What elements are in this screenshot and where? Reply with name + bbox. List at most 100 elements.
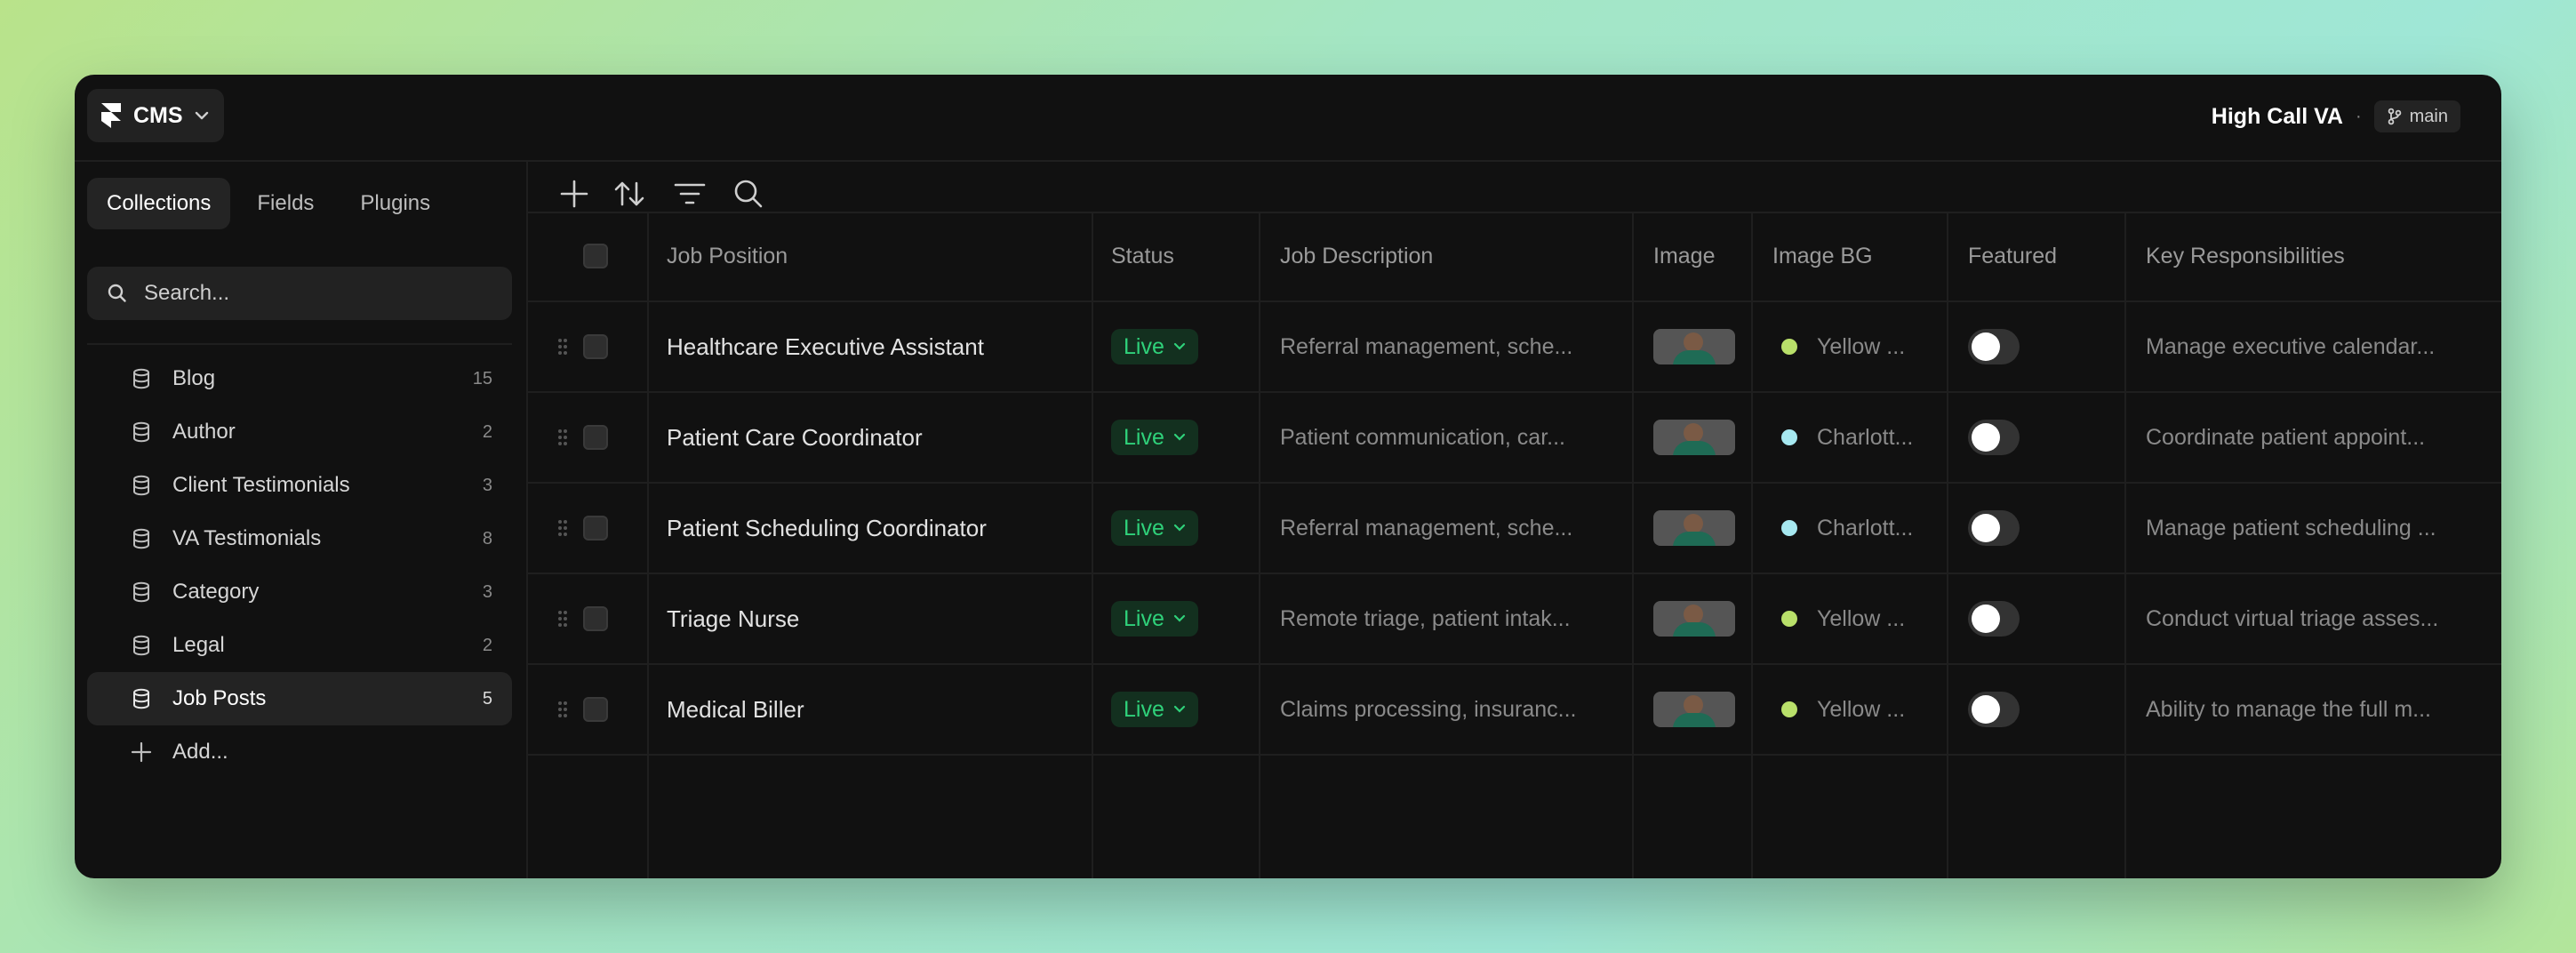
drag-handle-icon[interactable]	[556, 609, 569, 629]
key-responsibilities: Ability to manage the full m...	[2146, 696, 2431, 722]
project-name: High Call VA	[2211, 103, 2343, 129]
collection-item-va-testimonials[interactable]: VA Testimonials 8	[87, 512, 512, 565]
table-row[interactable]: Triage Nurse Live Remote triage, patient…	[528, 574, 2501, 665]
branch-badge[interactable]: main	[2373, 100, 2460, 132]
toolbar	[528, 162, 2501, 212]
image-thumbnail[interactable]	[1653, 692, 1735, 727]
status-label: Live	[1124, 424, 1164, 450]
featured-toggle[interactable]	[1968, 420, 2020, 455]
status-badge[interactable]: Live	[1111, 329, 1198, 364]
drag-handle-icon[interactable]	[556, 518, 569, 538]
drag-handle-icon[interactable]	[556, 700, 569, 719]
row-checkbox[interactable]	[583, 606, 608, 631]
chevron-down-icon	[1173, 614, 1185, 622]
collection-count: 2	[482, 635, 492, 655]
row-checkbox[interactable]	[583, 334, 608, 359]
image-thumbnail[interactable]	[1653, 420, 1735, 455]
table-row[interactable]: Medical Biller Live Claims processing, i…	[528, 665, 2501, 756]
row-checkbox[interactable]	[583, 425, 608, 450]
chevron-down-icon	[1173, 342, 1185, 350]
status-badge[interactable]: Live	[1111, 692, 1198, 727]
featured-toggle[interactable]	[1968, 692, 2020, 727]
collection-item-category[interactable]: Category 3	[87, 565, 512, 619]
add-collection-button[interactable]: Add...	[87, 725, 512, 779]
collection-item-job-posts[interactable]: Job Posts 5	[87, 672, 512, 725]
status-badge[interactable]: Live	[1111, 601, 1198, 637]
collection-name: VA Testimonials	[172, 526, 322, 550]
key-responsibilities: Manage patient scheduling ...	[2146, 515, 2436, 541]
table-header: Job Position Status Job Description Imag…	[528, 212, 2501, 302]
collection-count: 3	[482, 475, 492, 495]
tab-fields[interactable]: Fields	[237, 178, 333, 229]
sort-icon[interactable]	[612, 176, 647, 212]
column-header-job-position[interactable]: Job Position	[667, 212, 788, 300]
table-row[interactable]: Patient Scheduling Coordinator Live Refe…	[528, 484, 2501, 574]
tab-collections[interactable]: Collections	[87, 178, 231, 229]
database-icon	[133, 421, 149, 443]
column-header-image[interactable]: Image	[1653, 212, 1715, 300]
row-checkbox[interactable]	[583, 697, 608, 722]
column-header-featured[interactable]: Featured	[1968, 212, 2057, 300]
featured-toggle[interactable]	[1968, 329, 2020, 364]
column-header-key-responsibilities[interactable]: Key Responsibilities	[2146, 212, 2345, 300]
plus-icon	[131, 741, 152, 763]
key-responsibilities: Manage executive calendar...	[2146, 333, 2436, 359]
key-responsibilities: Conduct virtual triage asses...	[2146, 605, 2439, 631]
collection-item-client-testimonials[interactable]: Client Testimonials 3	[87, 459, 512, 512]
table-row[interactable]: Healthcare Executive Assistant Live Refe…	[528, 302, 2501, 393]
search-placeholder: Search...	[144, 281, 230, 305]
branch-name: main	[2409, 106, 2448, 126]
color-swatch	[1781, 701, 1797, 717]
git-branch-icon	[2388, 108, 2401, 125]
tab-plugins[interactable]: Plugins	[340, 178, 450, 229]
column-header-image-bg[interactable]: Image BG	[1772, 212, 1873, 300]
image-bg-name: Charlott...	[1817, 424, 1914, 450]
featured-toggle[interactable]	[1968, 601, 2020, 637]
collection-item-blog[interactable]: Blog 15	[87, 352, 512, 405]
drag-handle-icon[interactable]	[556, 428, 569, 447]
status-label: Live	[1124, 515, 1164, 541]
status-label: Live	[1124, 333, 1164, 359]
color-swatch	[1781, 339, 1797, 355]
job-description: Referral management, sche...	[1280, 333, 1573, 359]
plus-icon[interactable]	[556, 176, 592, 212]
cms-label: CMS	[133, 102, 183, 128]
search-icon[interactable]	[731, 176, 766, 212]
key-responsibilities: Coordinate patient appoint...	[2146, 424, 2426, 450]
top-bar: CMS High Call VA · main	[75, 75, 2501, 162]
column-header-job-description[interactable]: Job Description	[1280, 212, 1433, 300]
color-swatch	[1781, 520, 1797, 536]
status-badge[interactable]: Live	[1111, 510, 1198, 546]
featured-toggle[interactable]	[1968, 510, 2020, 546]
status-badge[interactable]: Live	[1111, 420, 1198, 455]
chevron-down-icon	[195, 111, 208, 120]
cms-window: CMS High Call VA · main Collections Fiel…	[75, 75, 2501, 878]
job-position: Patient Scheduling Coordinator	[667, 514, 987, 541]
image-bg-name: Yellow ...	[1817, 605, 1906, 631]
image-bg-name: Yellow ...	[1817, 333, 1906, 359]
table-row[interactable]: Patient Care Coordinator Live Patient co…	[528, 393, 2501, 484]
image-thumbnail[interactable]	[1653, 601, 1735, 637]
chevron-down-icon	[1173, 705, 1185, 713]
job-position: Healthcare Executive Assistant	[667, 332, 984, 360]
status-label: Live	[1124, 696, 1164, 722]
cms-menu-button[interactable]: CMS	[87, 89, 224, 142]
sidebar-tabs: Collections Fields Plugins	[87, 178, 450, 229]
drag-handle-icon[interactable]	[556, 337, 569, 356]
job-description: Claims processing, insuranc...	[1280, 696, 1577, 722]
status-label: Live	[1124, 605, 1164, 631]
job-position: Triage Nurse	[667, 605, 800, 632]
row-checkbox[interactable]	[583, 516, 608, 541]
column-header-status[interactable]: Status	[1111, 212, 1174, 300]
search-input[interactable]: Search...	[87, 267, 512, 320]
image-thumbnail[interactable]	[1653, 329, 1735, 364]
collection-item-author[interactable]: Author 2	[87, 405, 512, 459]
job-description: Referral management, sche...	[1280, 515, 1573, 541]
chevron-down-icon	[1173, 524, 1185, 532]
filter-icon[interactable]	[672, 176, 708, 212]
data-table: Job Position Status Job Description Imag…	[528, 212, 2501, 756]
image-thumbnail[interactable]	[1653, 510, 1735, 546]
select-all-checkbox[interactable]	[583, 244, 608, 268]
collection-item-legal[interactable]: Legal 2	[87, 619, 512, 672]
collection-count: 3	[482, 581, 492, 602]
